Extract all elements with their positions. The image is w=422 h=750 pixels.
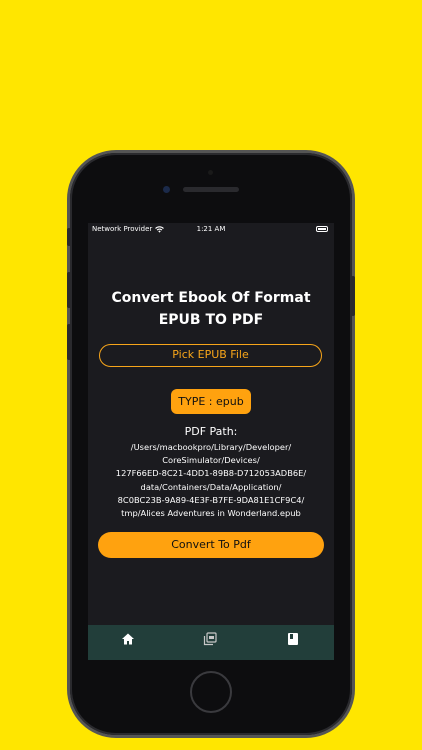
book-icon bbox=[288, 633, 298, 645]
pdf-path-label: PDF Path: bbox=[184, 425, 238, 438]
proximity-sensor bbox=[208, 170, 213, 175]
volume-down-button bbox=[67, 324, 71, 360]
title-line-1: Convert Ebook Of Format bbox=[111, 290, 311, 306]
convert-to-pdf-button[interactable]: Convert To Pdf bbox=[98, 532, 324, 558]
app-screen: Network Provider 1:21 AM Convert Ebook O… bbox=[88, 223, 334, 660]
tab-bar bbox=[88, 625, 334, 660]
type-badge: TYPE : epub bbox=[171, 389, 251, 414]
status-bar: Network Provider 1:21 AM bbox=[88, 223, 334, 237]
pdf-path-text: /Users/macbookpro/Library/Developer/ Cor… bbox=[88, 441, 334, 520]
home-icon bbox=[122, 633, 134, 645]
path-line: /Users/macbookpro/Library/Developer/ bbox=[130, 442, 292, 452]
path-line: CoreSimulator/Devices/ bbox=[162, 455, 260, 466]
page-title: Convert Ebook Of Format EPUB TO PDF bbox=[88, 287, 334, 331]
status-time: 1:21 AM bbox=[196, 225, 226, 233]
path-line: 8C0BC23B-9A89-4E3F-B7FE-9DA81E1CF9C4/ bbox=[117, 494, 305, 505]
tab-home[interactable] bbox=[121, 631, 135, 645]
mute-switch bbox=[67, 228, 71, 246]
pick-epub-button[interactable]: Pick EPUB File bbox=[99, 344, 322, 367]
battery-icon bbox=[316, 226, 328, 232]
path-line: data/Containers/Data/Application/ bbox=[140, 481, 282, 492]
pdf-files-icon bbox=[203, 632, 217, 646]
tab-book[interactable] bbox=[286, 631, 300, 645]
earpiece-speaker bbox=[183, 187, 239, 192]
tab-pdf-files[interactable] bbox=[203, 631, 217, 646]
home-button[interactable] bbox=[190, 671, 232, 713]
power-button bbox=[351, 276, 355, 316]
volume-up-button bbox=[67, 272, 71, 308]
path-line: 127F66ED-8C21-4DD1-89B8-D712053ADB6E/ bbox=[115, 468, 307, 479]
front-camera bbox=[163, 186, 170, 193]
path-line: tmp/Alices Adventures in Wonderland.epub bbox=[121, 508, 301, 519]
title-line-2: EPUB TO PDF bbox=[158, 312, 264, 328]
